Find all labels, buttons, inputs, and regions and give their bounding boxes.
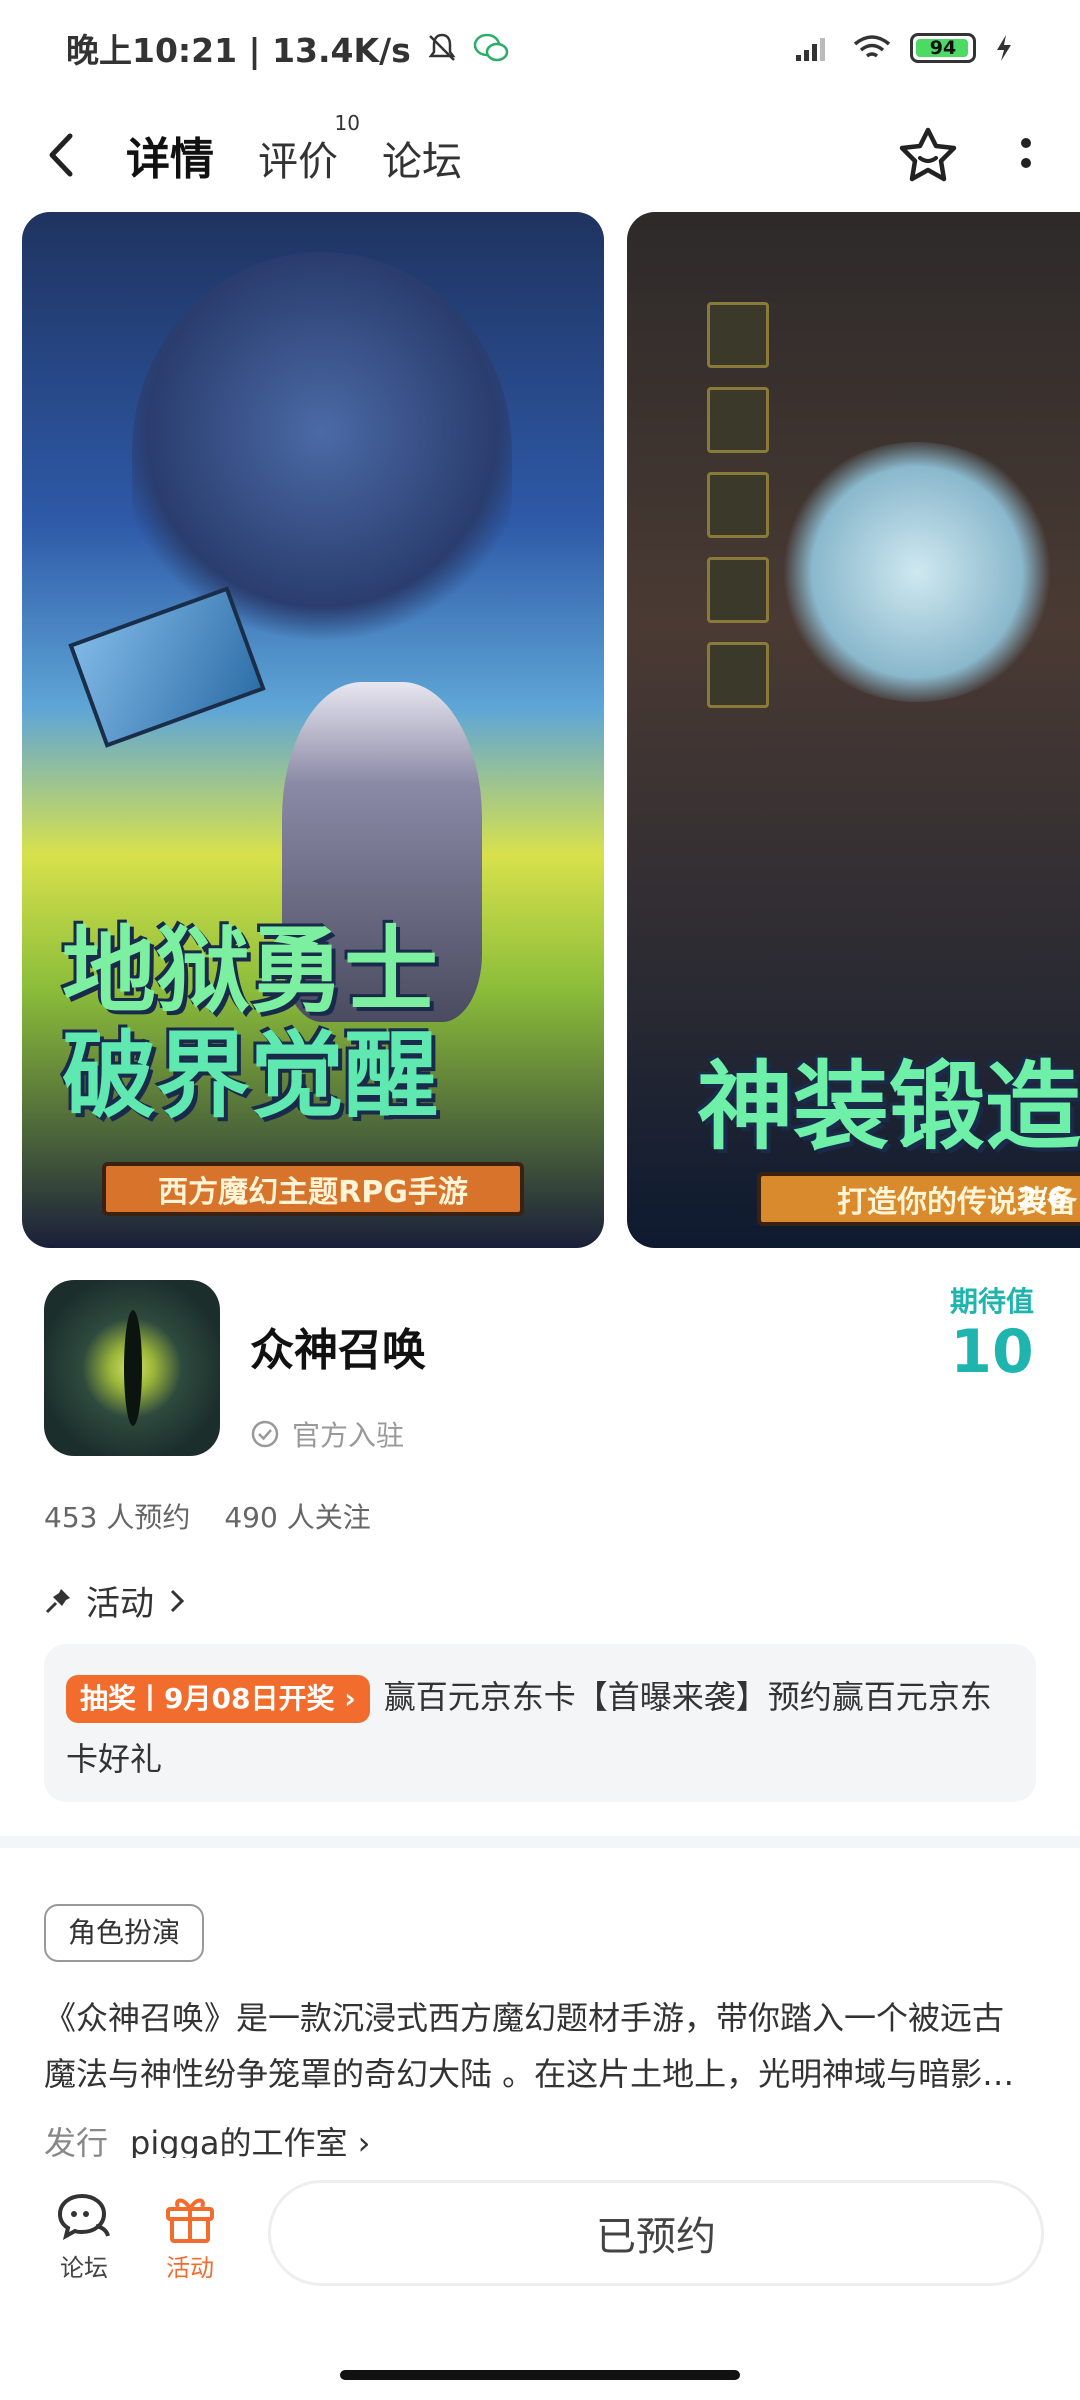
wifi-icon [853,35,891,58]
forum-chat-icon [57,2193,110,2240]
publisher-row[interactable]: 发行 pigga的工作室 › [44,2124,370,2158]
status-bar: 晚上10:21 | 13.4K/s 94 [0,0,1080,96]
app-name: 众神召唤 [250,1325,426,1376]
activity-header[interactable]: 活动 [44,1576,186,1625]
genre-tag[interactable]: 角色扮演 [44,1904,205,1962]
charging-icon [997,35,1011,61]
nav-bar: 详情 评价 10 论坛 [0,100,1080,210]
mute-icon [428,33,456,61]
section-divider [0,1836,1080,1848]
game-description[interactable]: 《众神召唤》是一款沉浸式西方魔幻题材手游，带你踏入一个被远古魔法与神性纷争笼罩的… [44,1990,1034,2102]
carousel-counter: 2/6 [1017,1181,1067,1214]
back-arrow-icon [49,133,73,177]
tab-reviews[interactable]: 评价 10 [258,111,360,187]
tab-forum[interactable]: 论坛 [382,129,462,187]
expectation-value: 10 [950,1317,1034,1387]
hammer-artwork [68,586,266,748]
publisher-label: 发行 [44,2124,109,2158]
forum-button[interactable]: 论坛 [34,2188,134,2283]
tab-details[interactable]: 详情 [126,123,214,191]
gift-icon [166,2198,214,2243]
back-button[interactable] [46,125,96,185]
screenshot-carousel[interactable]: 地狱勇士 破界觉醒 西方魔幻主题RPG手游 神装锻造 打造你的传说装备 2/6 [0,212,1080,1248]
activity-card[interactable]: 抽奖丨9月08日开奖 › 赢百元京东卡【首曝来袭】预约赢百元京东卡好礼 [44,1644,1036,1802]
shot1-subtitle: 西方魔幻主题RPG手游 [102,1162,524,1216]
shot1-title-line1: 地狱勇士 [62,917,439,1026]
battery-level: 94 [929,37,957,59]
wechat-icon [473,33,509,62]
activity-button[interactable]: 活动 [140,2188,240,2283]
shot1-title-line2: 破界觉醒 [62,1022,439,1131]
favorite-star-icon[interactable] [898,126,958,184]
follower-count: 490 人关注 [224,1501,371,1534]
status-time: 晚上10:21 | 13.4K/s [66,31,411,70]
reviews-count-badge: 10 [334,111,360,135]
app-info: 众神召唤 官方入驻 期待值 10 [44,1280,1044,1460]
shot2-title: 神装锻造 [697,1051,1080,1163]
tab-bar: 详情 评价 10 论坛 [126,111,462,191]
bottom-action-bar: 论坛 活动 已预约 [0,2158,1080,2298]
pin-icon [45,1588,70,1613]
screenshot-2[interactable]: 神装锻造 打造你的传说装备 2/6 [627,212,1080,1248]
monster-artwork [132,252,512,652]
expectation-label: 期待值 [949,1285,1034,1318]
signal-icon [796,38,825,61]
lottery-pill[interactable]: 抽奖丨9月08日开奖 › [66,1675,370,1723]
app-icon [44,1280,220,1456]
battery-icon: 94 [910,33,976,63]
check-circle-icon [251,1420,279,1448]
reservation-count: 453 人预约 [44,1501,191,1534]
expectation-score: 期待值 10 [950,1280,1034,1384]
official-badge: 官方入驻 [250,1414,404,1454]
home-indicator[interactable] [340,2370,740,2380]
chevron-right-icon [170,1589,185,1612]
wolf-artwork [777,442,1057,702]
app-stats: 453 人预约 490 人关注 [44,1496,371,1536]
publisher-name: pigga的工作室 › [130,2124,371,2158]
more-options-icon[interactable] [1018,135,1034,175]
screenshot-1[interactable]: 地狱勇士 破界觉醒 西方魔幻主题RPG手游 [22,212,604,1248]
reserved-button[interactable]: 已预约 [268,2180,1044,2286]
